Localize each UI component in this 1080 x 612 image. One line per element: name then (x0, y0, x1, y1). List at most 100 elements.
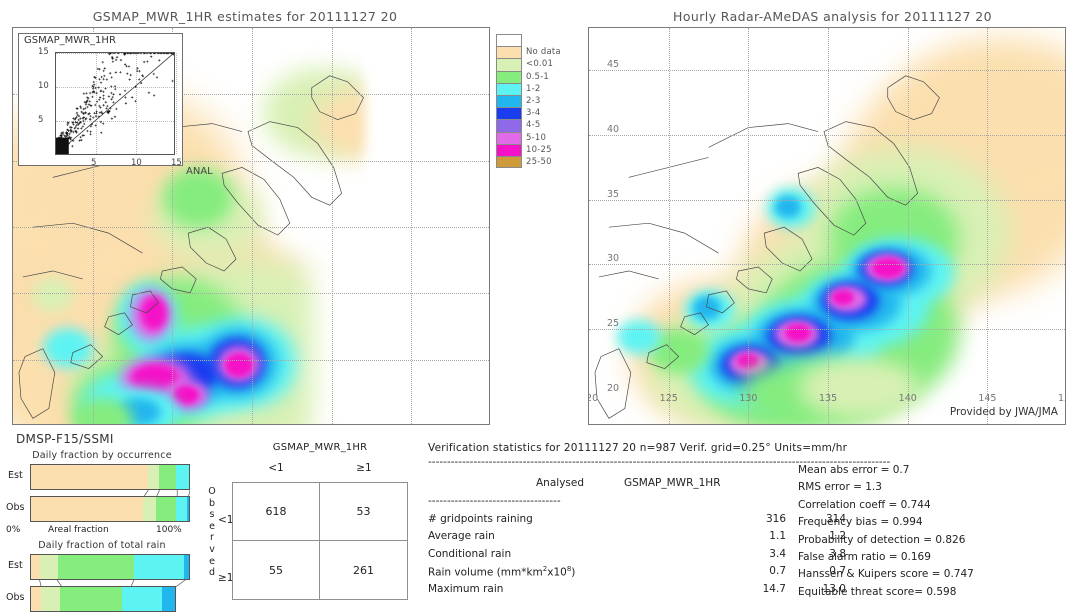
coastline-path-2 (221, 167, 291, 236)
scatter-point-cloud (56, 53, 174, 155)
contingency-cell-hit: 261 (353, 563, 374, 577)
legend-label-1: No data (526, 47, 561, 58)
stats-row-name-1: Average rain (428, 530, 495, 543)
stats-divider-cols: ----------------------------------- (428, 495, 561, 507)
occurrence-axis-max: 100% (156, 525, 182, 535)
totalrain-obs-label: Obs (6, 592, 25, 603)
scatter-plot-axes (55, 52, 177, 155)
legend-swatch-8 (496, 131, 522, 144)
skill-score-7: Equitable threat score= 0.598 (798, 585, 957, 598)
coastline-path-4 (159, 266, 197, 294)
legend-row-0 (496, 34, 580, 47)
lat-tick-30: 30 (607, 253, 620, 265)
legend-swatch-10 (496, 155, 522, 169)
graticule-lat-45 (589, 70, 1065, 71)
stats-row: Maximum rain 14.7 13.0 (428, 583, 1080, 600)
occurrence-axis-label: Areal fraction (48, 525, 109, 535)
lon-tick-150: 150 (1058, 393, 1065, 404)
legend-swatch-3 (496, 70, 522, 83)
coastline-path-6 (104, 312, 133, 336)
coastline-path-6 (680, 312, 709, 336)
scatter-saturation-block (56, 137, 69, 155)
coastline-path-4 (735, 266, 773, 294)
legend-row-4: 1-2 (496, 82, 580, 95)
occurrence-est-label: Est (8, 470, 23, 481)
radar-amedas-map[interactable]: 120 125 130 135 140 145 150 45 40 35 30 25 20 Provid… (588, 27, 1066, 425)
skill-score-1: RMS error = 1.3 (798, 481, 882, 494)
graticule-lon-3 (252, 28, 253, 424)
link-line-0 (39, 580, 42, 587)
lon-tick-140: 140 (898, 393, 917, 404)
precipitation-legend: No data <0.01 0.5-1 1-2 2-3 3-4 4-5 5-10 10-25 25… (496, 34, 580, 169)
stats-divider-top: ----------------------------------------… (428, 456, 891, 468)
contingency-cell-false-alarm: 53 (320, 483, 407, 541)
legend-label-3: 0.5-1 (526, 71, 549, 82)
lat-tick-25: 25 (607, 318, 620, 330)
totalrain-est-label: Est (8, 560, 23, 571)
scatter-ytick-15: 15 (38, 47, 49, 57)
stats-row: Conditional rain 3.4 3.8 (428, 548, 1080, 565)
occurrence-link-lines (143, 490, 190, 497)
contingency-table: GSMAP_MWR_1HR <1 ≥1 Observed <1 ≥1 618 5… (196, 442, 422, 612)
link-line-2 (130, 580, 135, 587)
legend-swatch-9 (496, 143, 522, 156)
totalrain-est-segment-1 (40, 555, 58, 579)
legend-row-2: <0.01 (496, 58, 580, 71)
legend-label-5: 2-3 (526, 96, 541, 107)
occurrence-est-bar (30, 464, 190, 490)
skill-score-3: Frequency bias = 0.994 (798, 516, 923, 529)
stats-col-analysed: Analysed (536, 477, 584, 489)
occurrence-est-segment-1 (147, 465, 159, 489)
coastline-overlay-right (594, 75, 940, 419)
legend-row-7: 4-5 (496, 119, 580, 132)
legend-swatch-2 (496, 58, 522, 71)
legend-swatch-0 (496, 34, 522, 47)
stats-row-analysed-0: 316 (765, 513, 786, 525)
totalrain-est-segment-4 (184, 555, 189, 579)
legend-swatch-7 (496, 119, 522, 132)
map-credit: Provided by JWA/JMA (949, 406, 1058, 418)
coastline-path-2 (797, 167, 867, 236)
left-panel-title: GSMAP_MWR_1HR estimates for 20111127 20 (92, 9, 398, 24)
totalrain-obs-segment-2 (59, 587, 122, 611)
occurrence-chart-title: Daily fraction by occurrence (32, 450, 172, 461)
verification-statistics-panel: Verification statistics for 20111127 20 … (428, 442, 1080, 612)
legend-row-1: No data (496, 46, 580, 59)
skill-score-4: Probability of detection = 0.826 (798, 533, 966, 546)
screenshot-root: GSMAP_MWR_1HR estimates for 20111127 20 … (0, 0, 1080, 612)
occurrence-obs-label: Obs (6, 502, 25, 513)
lon-tick-125: 125 (659, 393, 678, 404)
lon-tick-120: 120 (589, 393, 599, 404)
coastline-path-0 (887, 75, 940, 120)
totalrain-est-segment-3 (133, 555, 185, 579)
coastline-path-7 (646, 344, 680, 369)
graticule-lon-4 (331, 28, 333, 424)
totalrain-obs-segment-0 (31, 587, 42, 611)
lat-tick-40: 40 (607, 123, 620, 135)
totalrain-est-segment-0 (31, 555, 41, 579)
skill-score-5: False alarm ratio = 0.169 (798, 551, 931, 563)
stats-row: Average rain 1.1 1.2 (428, 530, 1080, 547)
legend-row-10: 25-50 (496, 155, 580, 169)
observed-letter-7: d (208, 567, 216, 579)
link-line-3 (175, 580, 186, 587)
coastline-path-5 (706, 290, 735, 314)
legend-label-9: 10-25 (526, 144, 552, 155)
stats-rows: # gridpoints raining 316 314 Average rain 1.… (428, 513, 1080, 600)
legend-label-10: 25-50 (526, 156, 552, 167)
stats-row-name-2: Conditional rain (428, 547, 512, 560)
skill-score-2: Correlation coeff = 0.744 (798, 498, 931, 511)
stats-row: Rain volume (mm*km2x108) 0.7 0.7 (428, 565, 1080, 582)
contingency-grid: 618 53 55 261 (232, 482, 408, 600)
graticule-lat-25 (589, 329, 1065, 331)
stats-row-analysed-1: 1.1 (769, 530, 786, 543)
contingency-col-header-1: ≥1 (356, 462, 372, 474)
scatter-inset-title: GSMAP_MWR_1HR (22, 35, 118, 46)
occurrence-obs-segment-0 (31, 497, 144, 521)
totalrain-obs-segment-3 (121, 587, 163, 611)
contingency-side-label: Observed (206, 486, 218, 579)
lon-tick-145: 145 (978, 393, 997, 404)
skill-score-0: Mean abs error = 0.7 (798, 464, 910, 476)
graticule-lon-125 (668, 28, 670, 424)
legend-swatch-4 (496, 82, 522, 95)
